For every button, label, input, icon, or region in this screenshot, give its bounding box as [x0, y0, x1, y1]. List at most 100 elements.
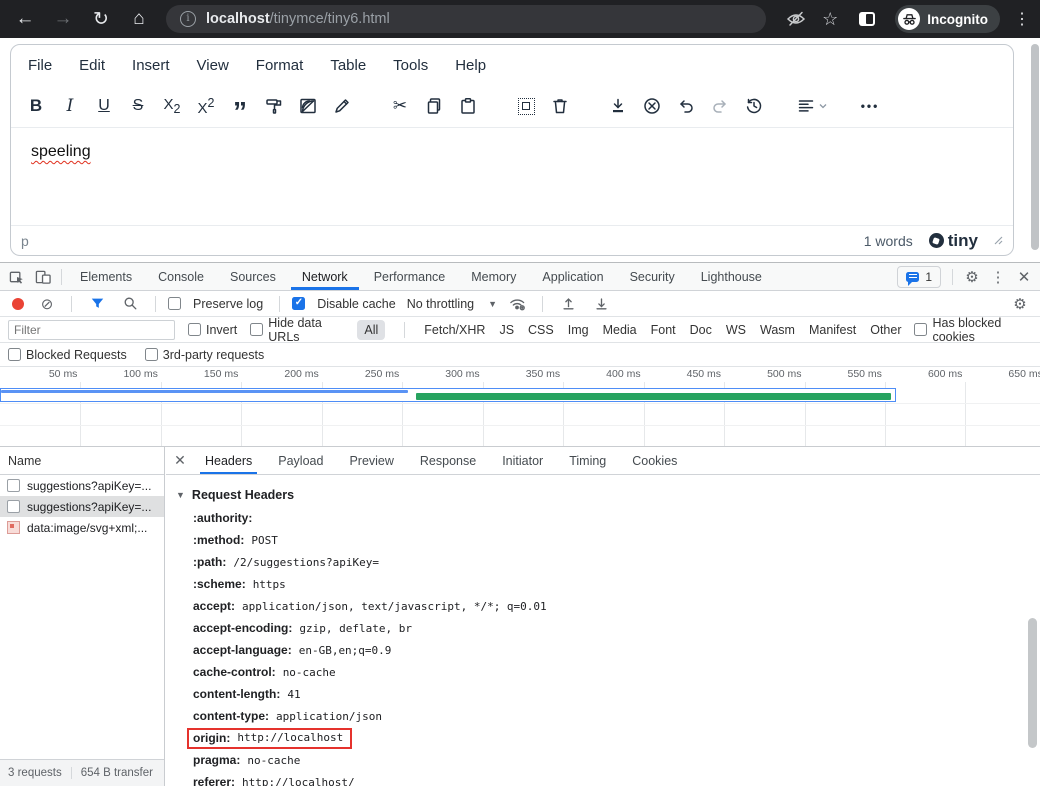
copy-icon[interactable] — [417, 91, 451, 121]
throttling-select[interactable]: No throttling▼ — [407, 297, 497, 311]
forward-icon[interactable]: → — [44, 8, 82, 30]
filter-type-manifest[interactable]: Manifest — [809, 323, 856, 337]
page-scrollbar[interactable] — [1031, 44, 1039, 250]
delete-icon[interactable] — [543, 91, 577, 121]
permanent-pen-icon[interactable] — [325, 91, 359, 121]
tab-sources[interactable]: Sources — [217, 263, 289, 290]
details-scrollbar[interactable] — [1028, 618, 1037, 748]
invert-checkbox[interactable]: Invert — [188, 323, 237, 337]
side-panel-icon[interactable] — [859, 12, 875, 26]
details-tab-initiator[interactable]: Initiator — [489, 447, 556, 474]
details-tab-headers[interactable]: Headers — [192, 447, 265, 474]
tab-network[interactable]: Network — [289, 263, 361, 290]
blocked-requests-checkbox[interactable]: Blocked Requests — [8, 348, 127, 362]
network-conditions-icon[interactable] — [504, 291, 530, 316]
filter-type-all[interactable]: All — [357, 320, 385, 340]
element-path[interactable]: p — [21, 233, 29, 249]
site-info-icon[interactable] — [180, 11, 196, 27]
menu-help[interactable]: Help — [455, 57, 486, 74]
filter-type-js[interactable]: JS — [499, 323, 514, 337]
filter-input[interactable] — [8, 320, 175, 340]
network-settings-icon[interactable]: ⚙ — [1008, 295, 1032, 313]
details-tab-response[interactable]: Response — [407, 447, 489, 474]
issues-button[interactable]: 1 — [897, 266, 941, 288]
filter-type-fetchxhr[interactable]: Fetch/XHR — [424, 323, 485, 337]
disable-cache-checkbox[interactable] — [292, 297, 305, 310]
eye-off-icon[interactable] — [781, 9, 811, 29]
record-icon[interactable] — [12, 298, 24, 310]
devtools-settings-icon[interactable]: ⚙ — [960, 268, 984, 286]
menu-view[interactable]: View — [197, 57, 229, 74]
filter-type-doc[interactable]: Doc — [690, 323, 712, 337]
request-row[interactable]: suggestions?apiKey=... — [0, 496, 164, 517]
network-overview-timeline[interactable]: 50 ms100 ms150 ms200 ms250 ms300 ms350 m… — [0, 367, 1040, 447]
save-icon[interactable] — [601, 91, 635, 121]
tab-elements[interactable]: Elements — [67, 263, 145, 290]
details-tab-cookies[interactable]: Cookies — [619, 447, 690, 474]
details-tab-payload[interactable]: Payload — [265, 447, 336, 474]
filter-type-other[interactable]: Other — [870, 323, 901, 337]
bold-icon[interactable]: B — [19, 91, 53, 121]
superscript-icon[interactable]: X2 — [189, 91, 223, 121]
menu-table[interactable]: Table — [330, 57, 366, 74]
tab-performance[interactable]: Performance — [361, 263, 459, 290]
import-har-icon[interactable] — [555, 291, 581, 316]
browser-menu-icon[interactable]: ⋮ — [1010, 9, 1034, 29]
menu-format[interactable]: Format — [256, 57, 304, 74]
details-tab-timing[interactable]: Timing — [556, 447, 619, 474]
filter-type-wasm[interactable]: Wasm — [760, 323, 795, 337]
paste-icon[interactable] — [451, 91, 485, 121]
clear-icon[interactable]: ⊘ — [35, 295, 59, 313]
tab-lighthouse[interactable]: Lighthouse — [688, 263, 775, 290]
address-bar[interactable]: localhost/tinymce/tiny6.html — [166, 5, 766, 33]
blockquote-icon[interactable]: ” — [223, 91, 257, 121]
resize-handle-icon[interactable] — [994, 236, 1003, 245]
devtools-close-icon[interactable]: ✕ — [1012, 268, 1036, 286]
back-icon[interactable]: ← — [6, 8, 44, 30]
tab-console[interactable]: Console — [145, 263, 217, 290]
filter-type-font[interactable]: Font — [651, 323, 676, 337]
undo-icon[interactable] — [669, 91, 703, 121]
device-toolbar-icon[interactable] — [30, 263, 56, 290]
bookmark-star-icon[interactable]: ☆ — [815, 9, 845, 30]
disable-cache-label[interactable]: Disable cache — [317, 297, 396, 311]
select-all-icon[interactable] — [509, 91, 543, 121]
subscript-icon[interactable]: X2 — [155, 91, 189, 121]
misspelled-word[interactable]: speeling — [31, 143, 91, 160]
more-icon[interactable]: ••• — [853, 91, 887, 121]
third-party-requests-checkbox[interactable]: 3rd-party requests — [145, 348, 264, 362]
filter-type-css[interactable]: CSS — [528, 323, 554, 337]
has-blocked-cookies-checkbox[interactable]: Has blocked cookies — [914, 316, 1032, 344]
network-search-icon[interactable] — [117, 291, 143, 316]
insert-image-icon[interactable] — [291, 91, 325, 121]
filter-type-img[interactable]: Img — [568, 323, 589, 337]
filter-type-media[interactable]: Media — [603, 323, 637, 337]
filter-funnel-icon[interactable] — [84, 291, 110, 316]
menu-tools[interactable]: Tools — [393, 57, 428, 74]
details-tab-preview[interactable]: Preview — [336, 447, 406, 474]
home-icon[interactable]: ⌂ — [120, 8, 158, 30]
italic-icon[interactable]: I — [53, 91, 87, 121]
tab-application[interactable]: Application — [529, 263, 616, 290]
redo-icon[interactable] — [703, 91, 737, 121]
cancel-icon[interactable] — [635, 91, 669, 121]
tiny-brand[interactable]: tiny — [929, 231, 978, 251]
inspect-element-icon[interactable] — [4, 263, 30, 290]
restore-draft-icon[interactable] — [737, 91, 771, 121]
preserve-log-label[interactable]: Preserve log — [193, 297, 263, 311]
underline-icon[interactable]: U — [87, 91, 121, 121]
details-close-icon[interactable]: ✕ — [168, 452, 192, 469]
word-count[interactable]: 1 words — [864, 233, 913, 249]
hide-data-urls-checkbox[interactable]: Hide data URLs — [250, 316, 344, 344]
tab-security[interactable]: Security — [617, 263, 688, 290]
incognito-badge[interactable]: Incognito — [895, 5, 1000, 33]
tab-memory[interactable]: Memory — [458, 263, 529, 290]
name-column-header[interactable]: Name — [0, 447, 164, 475]
request-row[interactable]: data:image/svg+xml;... — [0, 517, 164, 538]
cut-icon[interactable]: ✂ — [383, 91, 417, 121]
preserve-log-checkbox[interactable] — [168, 297, 181, 310]
menu-file[interactable]: File — [28, 57, 52, 74]
editor-content[interactable]: speeling — [11, 128, 1013, 220]
request-headers-section[interactable]: ▼ Request Headers — [176, 483, 1040, 507]
reload-icon[interactable]: ↻ — [82, 8, 120, 31]
